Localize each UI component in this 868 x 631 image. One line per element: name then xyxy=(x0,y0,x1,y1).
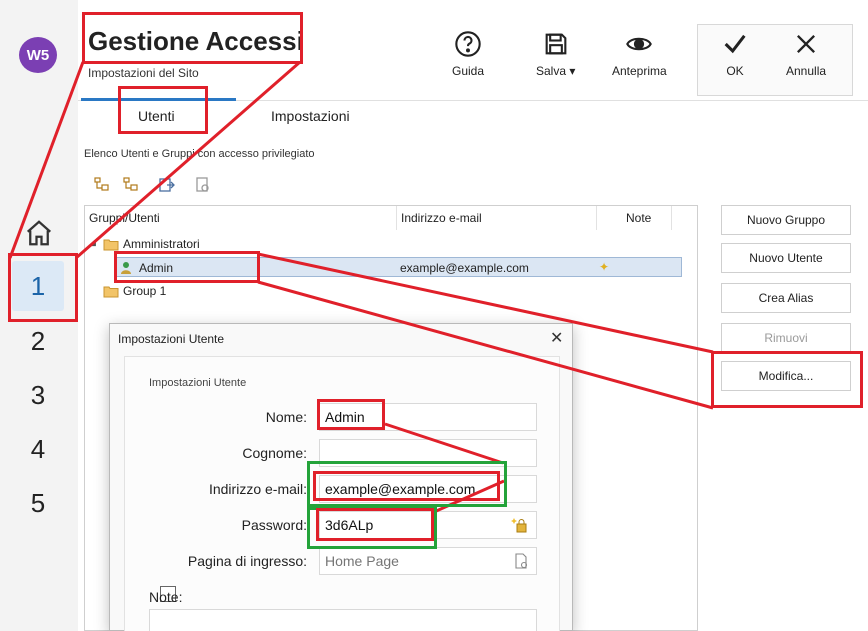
expand-arrow-icon[interactable]: ◢ xyxy=(89,237,96,248)
note-star-icon: ✦ xyxy=(599,260,610,274)
eye-icon xyxy=(626,37,653,51)
help-button[interactable]: Guida xyxy=(452,30,484,78)
add-group-icon[interactable] xyxy=(93,176,111,194)
question-icon xyxy=(455,31,481,57)
checkmark-icon xyxy=(724,34,746,54)
remove-button[interactable]: Rimuovi xyxy=(721,323,851,353)
entry-page-field[interactable] xyxy=(319,547,537,575)
note-label: Note: xyxy=(149,589,183,605)
preview-button[interactable]: Anteprima xyxy=(612,30,667,78)
home-icon[interactable] xyxy=(24,218,54,248)
create-alias-button[interactable]: Crea Alias xyxy=(721,283,851,313)
tab-impostazioni[interactable]: Impostazioni xyxy=(271,108,350,124)
cancel-label: Annulla xyxy=(786,64,827,78)
tree-group-group1[interactable]: Group 1 xyxy=(123,284,166,298)
annotation-password-inner-box xyxy=(316,508,434,541)
column-header-users[interactable]: Gruppi/Utenti xyxy=(85,206,397,230)
step-3[interactable]: 3 xyxy=(12,370,64,420)
annotation-step-box xyxy=(8,253,78,322)
save-button[interactable]: Salva ▾ xyxy=(536,30,575,78)
tree-group-amministratori[interactable]: Amministratori xyxy=(123,237,200,251)
password-label: Password: xyxy=(241,517,307,533)
email-label: Indirizzo e-mail: xyxy=(208,481,307,497)
step-4[interactable]: 4 xyxy=(12,424,64,474)
cancel-button[interactable]: Annulla xyxy=(786,30,826,78)
step-5[interactable]: 5 xyxy=(12,478,64,528)
section-label: Elenco Utenti e Gruppi con accesso privi… xyxy=(84,148,315,160)
app-logo: W5 xyxy=(19,37,57,73)
dialog-close-icon[interactable]: ✕ xyxy=(550,328,563,348)
annotation-admin-box xyxy=(114,251,260,283)
new-group-button[interactable]: Nuovo Gruppo xyxy=(721,205,851,235)
surname-label: Cognome: xyxy=(242,445,307,461)
annotation-modify-box xyxy=(711,351,863,408)
entry-page-label: Pagina di ingresso: xyxy=(187,553,307,569)
export-icon[interactable] xyxy=(158,176,176,194)
folder-icon xyxy=(103,286,119,298)
settings-group-label: Impostazioni Utente xyxy=(149,377,247,389)
help-label: Guida xyxy=(452,64,485,78)
annotation-name-box xyxy=(317,399,385,430)
page-subtitle: Impostazioni del Sito xyxy=(88,66,199,80)
step-2[interactable]: 2 xyxy=(12,316,64,366)
preview-label: Anteprima xyxy=(612,64,667,78)
browse-page-icon[interactable] xyxy=(513,553,529,569)
admin-email-cell: example@example.com xyxy=(400,261,529,275)
name-label: Nome: xyxy=(265,409,307,425)
generate-password-icon[interactable] xyxy=(511,516,529,534)
folder-icon xyxy=(103,239,119,251)
ok-button[interactable]: OK xyxy=(721,30,749,78)
add-user-icon[interactable] xyxy=(122,176,140,194)
import-icon[interactable] xyxy=(194,176,212,194)
save-label: Salva ▾ xyxy=(536,64,576,78)
close-icon xyxy=(797,35,816,53)
annotation-tab-box xyxy=(118,86,208,134)
column-header-email[interactable]: Indirizzo e-mail xyxy=(397,206,597,230)
note-textarea[interactable] xyxy=(149,609,537,631)
floppy-icon xyxy=(545,33,567,55)
new-user-button[interactable]: Nuovo Utente xyxy=(721,243,851,273)
ok-label: OK xyxy=(726,64,744,78)
annotation-title-box xyxy=(82,12,303,64)
column-header-note[interactable]: Note xyxy=(622,206,672,230)
dialog-title: Impostazioni Utente xyxy=(118,332,225,346)
annotation-email-inner-box xyxy=(313,471,500,501)
